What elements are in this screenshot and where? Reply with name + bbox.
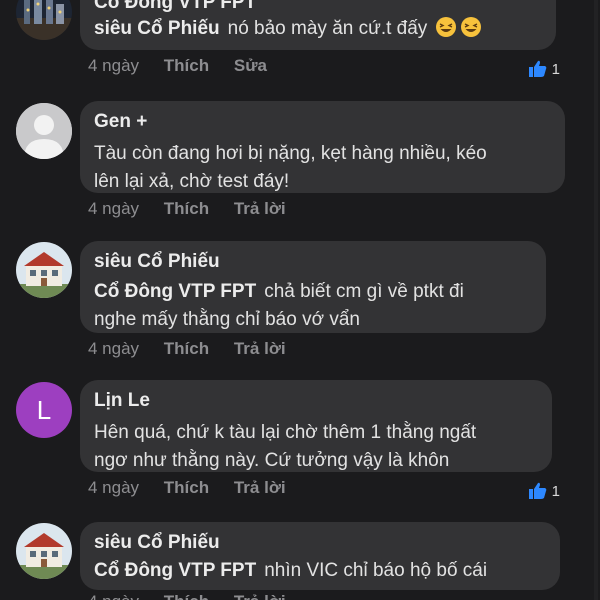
comment-actions: 4 ngày Thích Trả lời — [88, 199, 306, 219]
avatar[interactable] — [16, 103, 72, 159]
comment-bubble: Lịn Le Hên quá, chứ k tàu lại chờ thêm 1… — [80, 380, 552, 472]
comment-body-text: chả biết cm gì về ptkt đi — [264, 281, 464, 302]
comment-bubble: siêu Cổ Phiếu Cổ Đông VTP FPT nhìn VIC ch… — [80, 522, 560, 590]
comment-body-text: nhìn VIC chỉ báo hộ bố cái — [264, 560, 488, 581]
thumbs-up-icon — [528, 60, 546, 77]
reaction-number: 1 — [551, 482, 560, 500]
reply-button[interactable]: Trả lời — [234, 199, 286, 218]
avatar[interactable] — [16, 242, 72, 298]
mention-link[interactable]: Cổ Đông VTP FPT — [94, 281, 256, 302]
comment-author[interactable]: Gen + — [94, 110, 551, 134]
comment-feed: Cổ Đông VTP FPT siêu Cổ Phiếu nó bảo mày … — [0, 0, 600, 600]
like-button[interactable]: Thích — [164, 199, 209, 218]
comment-author[interactable]: siêu Cổ Phiếu — [94, 531, 546, 555]
comment-timestamp: 4 ngày — [88, 56, 140, 75]
reaction-number: 1 — [551, 60, 560, 78]
comment-bubble: Gen + Tàu còn đang hơi bị nặng, kẹt hàng… — [80, 101, 565, 193]
comment-bubble: siêu Cổ Phiếu Cổ Đông VTP FPT chả biết cm… — [80, 241, 546, 333]
comment-bubble: Cổ Đông VTP FPT siêu Cổ Phiếu nó bảo mày … — [80, 0, 556, 50]
comment-text: Tàu còn đang hơi bị nặng, kẹt hàng nhiều… — [94, 140, 551, 196]
house-avatar-image — [16, 523, 72, 579]
comment-text: siêu Cổ Phiếu nó bảo mày ăn cứ.t đấy — [94, 15, 542, 43]
house-avatar-image — [16, 242, 72, 298]
avatar[interactable] — [16, 0, 72, 40]
scrollbar[interactable] — [594, 0, 598, 600]
like-button[interactable]: Thích — [164, 339, 209, 358]
comment-timestamp: 4 ngày — [88, 199, 140, 218]
city-night-avatar-image — [16, 0, 72, 40]
comment-body-text: nó bảo mày ăn cứ.t đấy — [227, 18, 428, 39]
comment-text: Cổ Đông VTP FPT chả biết cm gì về ptkt đi… — [94, 278, 532, 334]
avatar[interactable] — [16, 523, 72, 579]
mention-link[interactable]: siêu Cổ Phiếu — [94, 18, 220, 39]
reaction-count[interactable]: 1 — [527, 480, 560, 502]
comment-text-line: lên lại xả, chờ test đáy! — [94, 171, 290, 192]
comment-text-line: ngơ như thằng này. Cứ tưởng vậy là khôn — [94, 450, 450, 471]
grinning-squinting-face-icon — [461, 17, 482, 37]
reply-button[interactable]: Trả lời — [234, 478, 286, 497]
reply-button[interactable]: Trả lời — [234, 592, 286, 600]
avatar-initial: L — [36, 394, 52, 425]
comment-author[interactable]: Lịn Le — [94, 389, 538, 413]
comment-text-line: Cổ Đông VTP FPT chả biết cm gì về ptkt đi — [94, 278, 532, 306]
comment-actions: 4 ngày Thích Trả lời — [88, 339, 306, 359]
comment-timestamp: 4 ngày — [88, 478, 140, 497]
comment-timestamp: 4 ngày — [88, 339, 140, 358]
comment-actions: 4 ngày Thích Sửa — [88, 56, 287, 76]
comment-text: Hên quá, chứ k tàu lại chờ thêm 1 thằng … — [94, 419, 538, 475]
comment-text-line: Hên quá, chứ k tàu lại chờ thêm 1 thằng … — [94, 422, 477, 443]
grinning-squinting-face-icon — [436, 17, 457, 37]
thumbs-up-icon — [528, 482, 546, 499]
reaction-count[interactable]: 1 — [527, 58, 560, 80]
edit-button[interactable]: Sửa — [234, 56, 267, 75]
default-profile-icon — [16, 103, 72, 159]
comment-actions: 4 ngày Thích Trả lời — [88, 592, 306, 600]
reply-button[interactable]: Trả lời — [234, 339, 286, 358]
comment-actions: 4 ngày Thích Trả lời — [88, 478, 306, 498]
comment-text-line: Tàu còn đang hơi bị nặng, kẹt hàng nhiều… — [94, 143, 487, 164]
comment-author[interactable]: Cổ Đông VTP FPT — [94, 0, 542, 15]
comment-author[interactable]: siêu Cổ Phiếu — [94, 250, 532, 274]
comment-text-line: nghe mấy thằng chỉ báo vớ vẩn — [94, 309, 360, 330]
like-button[interactable]: Thích — [164, 478, 209, 497]
avatar[interactable]: L — [16, 382, 72, 438]
comment-timestamp: 4 ngày — [88, 592, 139, 600]
like-button[interactable]: Thích — [164, 592, 209, 600]
mention-link[interactable]: Cổ Đông VTP FPT — [94, 560, 256, 581]
like-button[interactable]: Thích — [164, 56, 209, 75]
comment-text: Cổ Đông VTP FPT nhìn VIC chỉ báo hộ bố cá… — [94, 557, 546, 585]
